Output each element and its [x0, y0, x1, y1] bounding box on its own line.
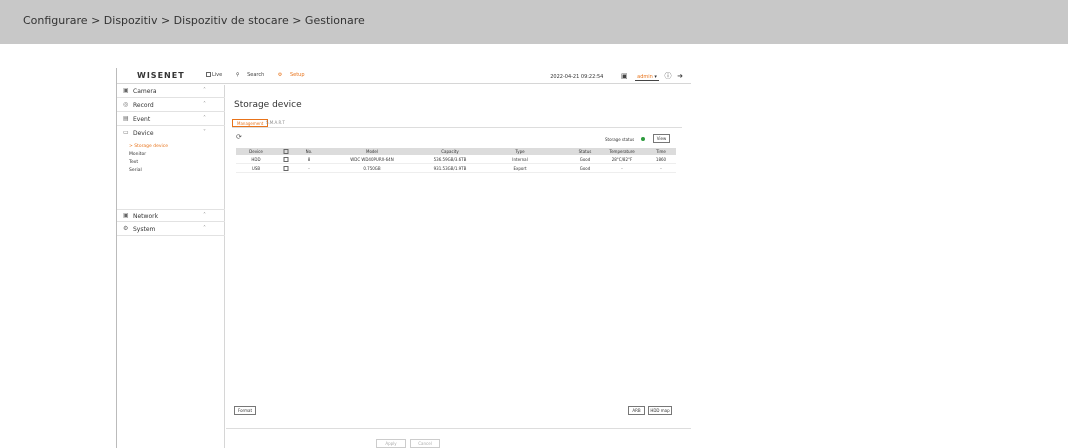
- cell-temperature: 28°C/82°F: [611, 157, 633, 162]
- cell-type: Export: [513, 166, 527, 171]
- cell-capacity: 931.53GB/1.9TB: [433, 166, 467, 171]
- arb-button[interactable]: ARB: [628, 406, 645, 415]
- cell-time: -: [660, 166, 662, 171]
- nav-search[interactable]: ⚲ Search: [236, 72, 270, 78]
- logo: WISENET: [137, 71, 185, 80]
- col-device: Device: [249, 149, 263, 154]
- table-row[interactable]: USB - 0.750GB 931.53GB/1.9TB Export Good…: [236, 165, 676, 173]
- sidebar-item-system[interactable]: ⚙ System ˄: [117, 223, 225, 236]
- cell-type: Internal: [512, 157, 528, 162]
- camera-icon: ▣: [123, 87, 129, 94]
- select-all-checkbox[interactable]: [283, 149, 289, 154]
- event-icon: ▤: [123, 115, 129, 122]
- main-content: Storage device Management S.M.A.R.T ⟳ St…: [226, 85, 691, 448]
- col-type: Type: [515, 149, 525, 154]
- chevron-up-icon: ˄: [203, 87, 206, 94]
- chevron-down-icon: ▾: [654, 74, 657, 80]
- col-time: Time: [656, 149, 666, 154]
- app-window: WISENET Live ⚲ Search ⚙ Setup 2022-04-21…: [116, 68, 691, 448]
- breadcrumb-banner: Configurare > Dispozitiv > Dispozitiv de…: [0, 0, 1068, 44]
- col-no: No.: [305, 149, 313, 154]
- chevron-up-icon: ˄: [203, 225, 206, 232]
- sidebar-item-device[interactable]: ▭ Device ˅: [117, 127, 225, 140]
- apply-button[interactable]: Apply: [376, 439, 406, 448]
- record-icon: ◎: [123, 101, 129, 108]
- top-nav: Live ⚲ Search ⚙ Setup: [206, 72, 317, 78]
- sidebar-item-event[interactable]: ▤ Event ˄: [117, 113, 225, 126]
- tab-smart[interactable]: S.M.A.R.T: [262, 119, 289, 127]
- help-icon[interactable]: ⓘ: [665, 71, 672, 81]
- sidebar-sub-storage-device[interactable]: > Storage device: [129, 144, 168, 149]
- sidebar-sub-monitor[interactable]: Monitor: [129, 152, 146, 157]
- sidebar-item-record[interactable]: ◎ Record ˄: [117, 99, 225, 112]
- sidebar-sub-text[interactable]: Text: [129, 160, 138, 165]
- header-right: 2022-04-21 09:22:54 ▣ admin ▾ ⓘ ➜: [550, 71, 683, 81]
- cell-no: -: [308, 166, 310, 171]
- col-model: Model: [365, 149, 379, 154]
- nav-live[interactable]: Live: [206, 72, 228, 78]
- chevron-up-icon: ˄: [203, 115, 206, 122]
- tab-divider: [232, 127, 682, 128]
- col-status: Status: [578, 149, 592, 154]
- cell-device: USB: [251, 166, 261, 171]
- network-icon: ▣: [123, 212, 129, 219]
- refresh-icon[interactable]: ⟳: [236, 133, 242, 141]
- cell-capacity: 536.59GB/3.6TB: [433, 157, 467, 162]
- system-icon: ⚙: [123, 225, 129, 232]
- format-button[interactable]: Format: [234, 406, 256, 415]
- sidebar-sub-serial[interactable]: Serial: [129, 168, 142, 173]
- col-capacity: Capacity: [441, 149, 459, 154]
- search-icon: ⚲: [235, 72, 240, 78]
- cell-device: HDD: [251, 157, 261, 162]
- breadcrumb: Configurare > Dispozitiv > Dispozitiv de…: [23, 14, 365, 27]
- datetime: 2022-04-21 09:22:54: [550, 74, 604, 80]
- cell-model: 0.750GB: [363, 166, 381, 171]
- user-menu[interactable]: admin ▾: [635, 74, 659, 81]
- chevron-up-icon: ˄: [203, 212, 206, 219]
- table-header: Device No. Model Capacity Type Status Te…: [236, 148, 676, 155]
- page-title: Storage device: [234, 100, 302, 110]
- cell-model: WDC WD40PURX-64N: [350, 157, 394, 162]
- hdd-map-button[interactable]: HDD map: [648, 406, 672, 415]
- cell-time: 1860: [655, 157, 667, 162]
- row-checkbox[interactable]: [283, 166, 289, 171]
- table-row[interactable]: HDD 8 WDC WD40PURX-64N 536.59GB/3.6TB In…: [236, 156, 676, 164]
- cell-status: Good: [579, 157, 591, 162]
- sidebar-item-camera[interactable]: ▣ Camera ˄: [117, 85, 225, 98]
- device-icon: ▭: [123, 129, 129, 136]
- setup-icon: ⚙: [277, 72, 283, 78]
- footer-divider: [226, 428, 691, 429]
- storage-status-label: Storage status: [605, 137, 635, 142]
- chevron-up-icon: ˄: [203, 101, 206, 108]
- cell-temperature: -: [621, 166, 623, 171]
- nav-setup[interactable]: ⚙ Setup: [278, 72, 311, 78]
- cell-status: Good: [579, 166, 591, 171]
- row-checkbox[interactable]: [283, 157, 289, 162]
- app-header: WISENET Live ⚲ Search ⚙ Setup 2022-04-21…: [117, 68, 691, 84]
- col-temperature: Temperature: [609, 149, 635, 154]
- sidebar: ▣ Camera ˄ ◎ Record ˄ ▤ Event ˄ ▭ Device…: [117, 85, 225, 448]
- monitor-icon[interactable]: ▣: [621, 72, 628, 80]
- logout-icon[interactable]: ➜: [677, 72, 683, 80]
- cell-no: 8: [307, 157, 311, 162]
- storage-status-indicator: [641, 137, 645, 141]
- view-button[interactable]: View: [653, 134, 670, 143]
- sidebar-item-network[interactable]: ▣ Network ˄: [117, 209, 225, 222]
- live-icon: [206, 72, 211, 77]
- chevron-down-icon: ˅: [203, 129, 206, 136]
- cancel-button[interactable]: Cancel: [410, 439, 440, 448]
